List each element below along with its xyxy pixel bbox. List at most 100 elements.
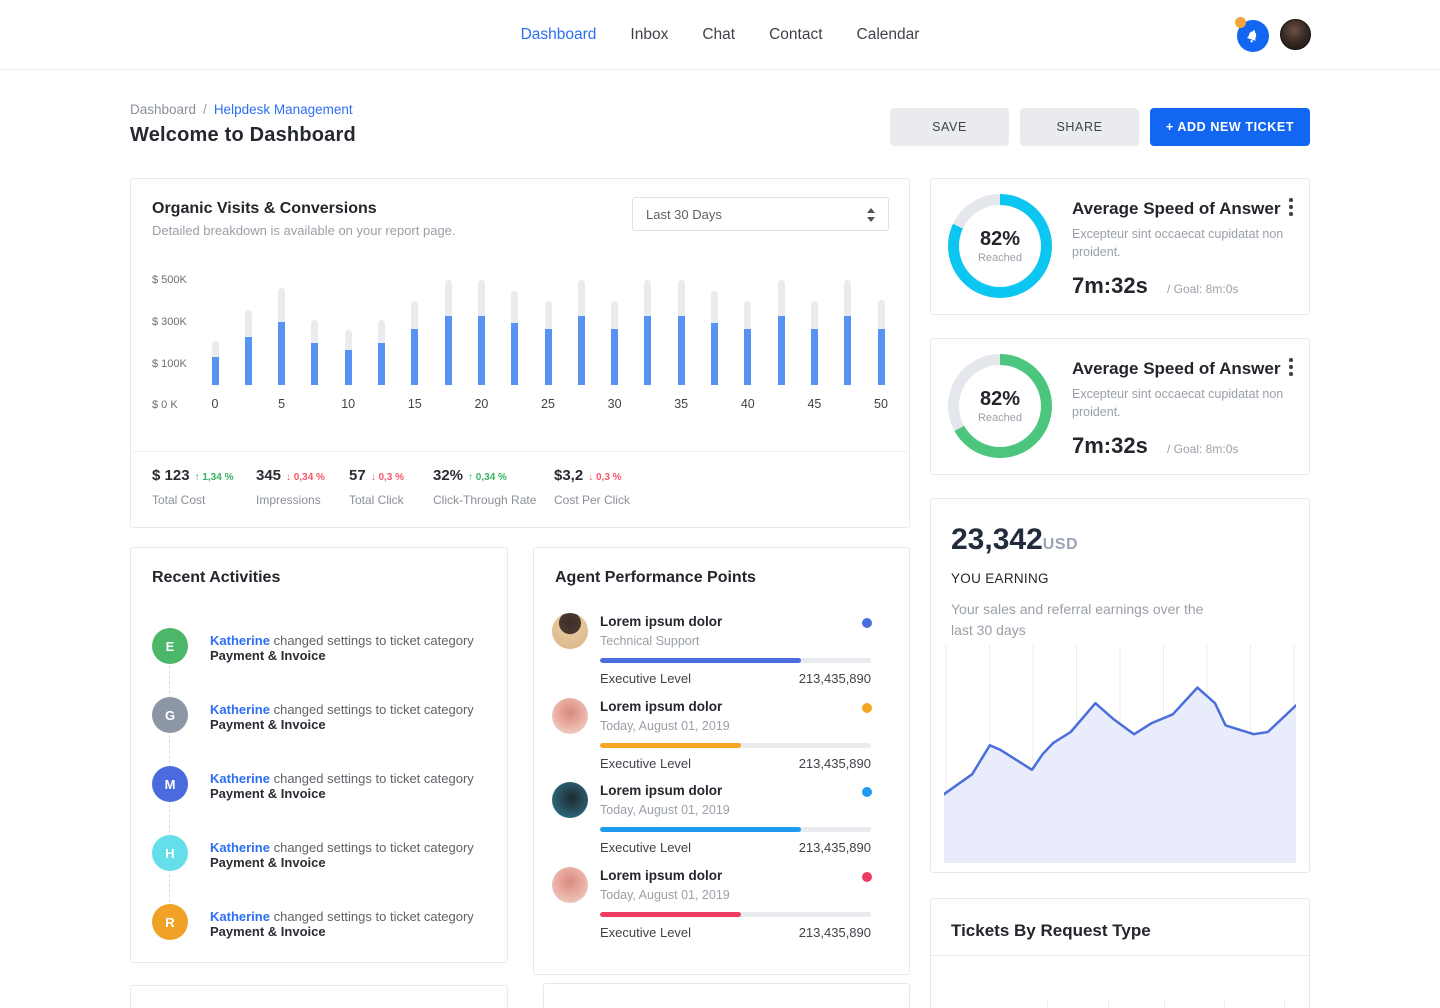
breadcrumb-dashboard[interactable]: Dashboard xyxy=(130,102,196,117)
nav-item-contact[interactable]: Contact xyxy=(769,26,822,44)
agent-subtitle: Today, August 01, 2019 xyxy=(600,803,730,817)
agent-subtitle: Today, August 01, 2019 xyxy=(600,719,730,733)
bar xyxy=(545,301,552,385)
activity-action: changed settings to ticket category xyxy=(274,909,474,924)
activity-user[interactable]: Katherine xyxy=(210,909,270,924)
bar-value-segment xyxy=(678,316,685,385)
bar xyxy=(744,301,751,385)
activity-action: changed settings to ticket category xyxy=(274,702,474,717)
earnings-currency: USD xyxy=(1043,536,1078,553)
speed-card-title: Average Speed of Answer xyxy=(1072,199,1280,219)
gridline xyxy=(1047,999,1048,1008)
stat-item: $3,2↓ 0,3 %Cost Per Click xyxy=(554,467,630,507)
stat-value-row: $ 123↑ 1,34 % xyxy=(152,467,233,484)
recent-activities-title: Recent Activities xyxy=(152,569,280,587)
speed-donut-gauge: 82% Reached xyxy=(948,354,1052,458)
dashboard-page: Dashboard Inbox Chat Contact Calendar Da… xyxy=(0,0,1440,1008)
activity-avatar: H xyxy=(152,835,188,871)
main-nav: Dashboard Inbox Chat Contact Calendar xyxy=(0,0,1440,70)
status-dot xyxy=(862,787,872,797)
donut-reached-label: Reached xyxy=(978,412,1022,424)
activity-category: Payment & Invoice xyxy=(210,855,326,870)
stat-item: 345↓ 0,34 %Impressions xyxy=(256,467,325,507)
stat-delta: ↑ 0,34 % xyxy=(468,472,507,483)
activity-action: changed settings to ticket category xyxy=(274,633,474,648)
gridline xyxy=(1108,999,1109,1008)
bar xyxy=(644,280,651,385)
breadcrumb-helpdesk[interactable]: Helpdesk Management xyxy=(214,102,353,117)
activity-user[interactable]: Katherine xyxy=(210,840,270,855)
agent-level-label: Executive Level xyxy=(600,840,691,855)
bar xyxy=(212,341,219,385)
agent-name: Lorem ipsum dolor xyxy=(600,783,722,798)
status-dot xyxy=(862,872,872,882)
donut-reached-label: Reached xyxy=(978,252,1022,264)
bar-value-segment xyxy=(578,316,585,385)
activity-user[interactable]: Katherine xyxy=(210,633,270,648)
agent-progress-fill xyxy=(600,827,801,832)
agent-row: Lorem ipsum dolorTechnical SupportExecut… xyxy=(534,613,911,693)
activity-user[interactable]: Katherine xyxy=(210,702,270,717)
save-button[interactable]: SAVE xyxy=(890,108,1009,146)
agent-progress-track xyxy=(600,912,871,917)
kebab-menu-icon[interactable] xyxy=(1283,357,1299,379)
bar-value-segment xyxy=(611,329,618,385)
bar xyxy=(345,330,352,385)
user-avatar[interactable] xyxy=(1280,19,1311,50)
agent-points-value: 213,435,890 xyxy=(714,925,871,940)
breadcrumb-separator: / xyxy=(203,102,207,117)
agent-points-value: 213,435,890 xyxy=(714,756,871,771)
nav-item-inbox[interactable]: Inbox xyxy=(630,26,668,44)
stat-value-row: 345↓ 0,34 % xyxy=(256,467,325,484)
bar-value-segment xyxy=(778,316,785,385)
agent-performance-card: Agent Performance Points Lorem ipsum dol… xyxy=(533,547,910,975)
kebab-menu-icon[interactable] xyxy=(1283,197,1299,219)
status-dot xyxy=(862,703,872,713)
activity-user[interactable]: Katherine xyxy=(210,771,270,786)
stat-value: 57 xyxy=(349,467,366,484)
stat-value: 345 xyxy=(256,467,281,484)
bar-value-segment xyxy=(212,357,219,385)
earnings-card: 23,342USD YOU EARNING Your sales and ref… xyxy=(930,498,1310,873)
nav-item-dashboard[interactable]: Dashboard xyxy=(521,26,597,44)
x-axis-label: 35 xyxy=(666,397,696,411)
nav-item-calendar[interactable]: Calendar xyxy=(857,26,920,44)
activity-list-item: RKatherine changed settings to ticket ca… xyxy=(131,904,509,964)
activity-avatar: M xyxy=(152,766,188,802)
bar xyxy=(445,280,452,385)
stat-delta: ↑ 1,34 % xyxy=(195,472,234,483)
speed-card-description: Excepteur sint occaecat cupidatat non pr… xyxy=(1072,385,1284,421)
earnings-description: Your sales and referral earnings over th… xyxy=(951,599,1213,641)
bar-value-segment xyxy=(844,316,851,385)
notifications-button[interactable] xyxy=(1235,18,1269,52)
speed-card-description: Excepteur sint occaecat cupidatat non pr… xyxy=(1072,225,1284,261)
activity-action: changed settings to ticket category xyxy=(274,771,474,786)
agent-avatar xyxy=(552,867,588,903)
activity-text: Katherine changed settings to ticket cat… xyxy=(210,771,490,801)
donut-percent: 82% xyxy=(980,388,1020,411)
agent-progress-track xyxy=(600,658,871,663)
bar-value-segment xyxy=(378,343,385,385)
partial-card xyxy=(130,985,508,1008)
speed-goal-label: / Goal: 8m:0s xyxy=(1167,442,1238,456)
bar xyxy=(578,280,585,385)
status-dot xyxy=(862,618,872,628)
bar-value-segment xyxy=(811,329,818,385)
activity-category: Payment & Invoice xyxy=(210,648,326,663)
earnings-area-chart xyxy=(944,641,1296,863)
bar-value-segment xyxy=(445,316,452,385)
share-button[interactable]: SHARE xyxy=(1020,108,1139,146)
x-axis-label: 5 xyxy=(267,397,297,411)
agent-name: Lorem ipsum dolor xyxy=(600,699,722,714)
bar-value-segment xyxy=(511,323,518,385)
add-new-ticket-button[interactable]: + ADD NEW TICKET xyxy=(1150,108,1310,146)
bar xyxy=(844,280,851,385)
bar xyxy=(311,320,318,385)
y-axis-label: $ 0 K xyxy=(152,399,196,411)
tickets-card-title: Tickets By Request Type xyxy=(951,921,1151,941)
gridline xyxy=(1224,999,1225,1008)
nav-item-chat[interactable]: Chat xyxy=(702,26,735,44)
agent-row: Lorem ipsum dolorToday, August 01, 2019E… xyxy=(534,867,911,947)
bar xyxy=(711,291,718,386)
stat-item: 57↓ 0,3 %Total Click xyxy=(349,467,404,507)
